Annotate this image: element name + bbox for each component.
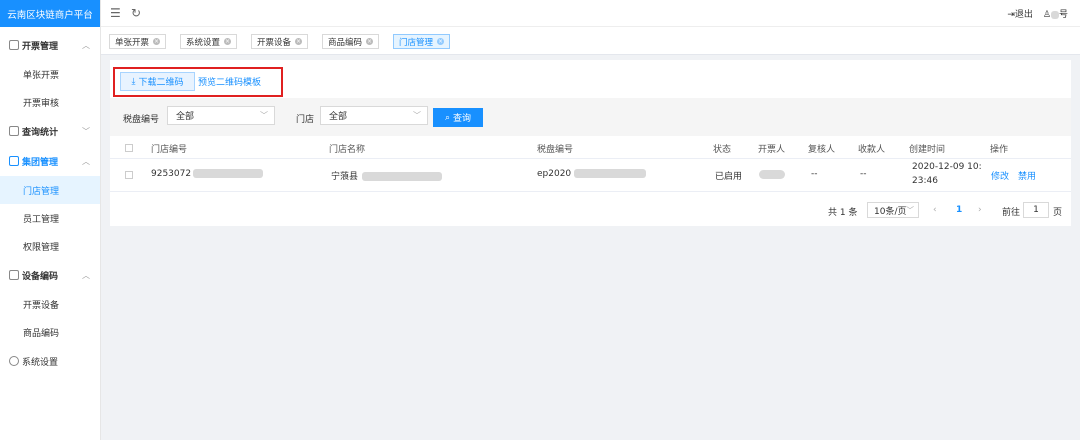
chevron-down-icon: ﹀ <box>906 206 914 215</box>
app-title: 云南区块链商户平台 <box>0 0 100 27</box>
payee-cell: -- <box>860 169 867 179</box>
invoice-icon <box>9 40 19 50</box>
status-cell: 已启用 <box>715 172 743 182</box>
chevron-down-icon: ﹀ <box>82 127 90 136</box>
chevron-down-icon: ﹀ <box>260 111 268 120</box>
search-icon: ⌕ <box>444 112 451 123</box>
group-icon <box>9 156 19 166</box>
close-icon[interactable]: × <box>437 38 445 45</box>
created-time-cell: 23:46 <box>912 176 938 186</box>
store-label: 门店 <box>296 115 315 125</box>
close-icon[interactable]: × <box>295 38 303 45</box>
top-header: ☰ ↻ ⇥退出 ♙ 号 <box>101 0 1080 27</box>
col-store-id: 门店编号 <box>151 145 188 155</box>
sidebar: 云南区块链商户平台 开票管理 ︿ 单张开票 开票审核 查询统计 ﹀ 集团管理 ︿… <box>0 0 101 440</box>
tax-disk-cell: ep2020 <box>537 169 647 179</box>
tab-invoice-device[interactable]: 开票设备 × <box>251 34 309 49</box>
page-unit-label: 页 <box>1053 208 1063 218</box>
reviewer-cell: -- <box>811 169 818 179</box>
refresh-icon[interactable]: ↻ <box>131 6 141 20</box>
table-row: 9253072 宁蒗县 ep2020 已启用 -- -- 2020-12-09 … <box>110 158 1071 192</box>
chevron-up-icon: ︿ <box>82 271 90 280</box>
edit-link[interactable]: 修改 <box>991 169 1009 182</box>
filter-bar: 税盘编号 全部 ﹀ 门店 全部 ﹀ ⌕ 查询 <box>110 98 1071 136</box>
tax-disk-select[interactable]: 全部 ﹀ <box>167 106 275 125</box>
disable-link[interactable]: 禁用 <box>1018 169 1036 182</box>
created-date-cell: 2020-12-09 10: <box>912 162 982 172</box>
sidebar-item-product-code[interactable]: 商品编码 <box>0 318 100 346</box>
close-icon[interactable]: × <box>366 38 374 45</box>
sidebar-item-staff-management[interactable]: 员工管理 <box>0 204 100 232</box>
select-all-checkbox[interactable] <box>125 144 133 152</box>
col-reviewer: 复核人 <box>808 145 836 155</box>
nav-group-device-code[interactable]: 设备编码 ︿ <box>0 260 100 290</box>
goto-label: 前往 <box>1002 208 1021 218</box>
tax-disk-label: 税盘编号 <box>123 115 160 125</box>
user-icon: ♙ <box>1042 10 1051 20</box>
col-invoicer: 开票人 <box>758 145 786 155</box>
redacted-value <box>574 169 647 178</box>
tab-product-code[interactable]: 商品编码 × <box>322 34 380 49</box>
chevron-up-icon: ︿ <box>82 41 90 50</box>
redacted-value <box>193 169 264 178</box>
store-management-panel: ⤓ 下载二维码 预览二维码模板 税盘编号 全部 ﹀ 门店 全部 ﹀ ⌕ 查询 门… <box>110 60 1071 226</box>
tab-system-settings[interactable]: 系统设置 × <box>180 34 238 49</box>
store-select[interactable]: 全部 ﹀ <box>320 106 428 125</box>
query-button[interactable]: ⌕ 查询 <box>433 108 483 127</box>
col-status: 状态 <box>713 145 732 155</box>
tab-store-management[interactable]: 门店管理 × <box>393 34 451 49</box>
col-actions: 操作 <box>990 145 1009 155</box>
logout-icon: ⇥ <box>1007 10 1015 20</box>
sidebar-item-invoice-device[interactable]: 开票设备 <box>0 290 100 318</box>
sidebar-item-store-management[interactable]: 门店管理 <box>0 176 100 204</box>
preview-qrcode-template-link[interactable]: 预览二维码模板 <box>198 75 261 88</box>
sidebar-item-invoice-review[interactable]: 开票审核 <box>0 88 100 116</box>
chevron-up-icon: ︿ <box>82 157 90 166</box>
col-store-name: 门店名称 <box>329 145 366 155</box>
nav-group-group-management[interactable]: 集团管理 ︿ <box>0 146 100 176</box>
chart-icon <box>9 126 19 136</box>
close-icon[interactable]: × <box>224 38 232 45</box>
sidebar-item-permission-management[interactable]: 权限管理 <box>0 232 100 260</box>
user-name-redacted <box>1050 10 1059 19</box>
next-page-icon[interactable]: › <box>978 205 982 215</box>
goto-page-input[interactable]: 1 <box>1023 202 1049 218</box>
tab-single-invoice[interactable]: 单张开票 × <box>109 34 167 49</box>
download-icon: ⤓ <box>131 76 136 87</box>
redacted-value <box>362 172 443 181</box>
sidebar-item-single-invoice[interactable]: 单张开票 <box>0 60 100 88</box>
store-name-cell: 宁蒗县 <box>331 169 443 182</box>
close-icon[interactable]: × <box>153 38 161 45</box>
col-created-time: 创建时间 <box>909 145 946 155</box>
current-page[interactable]: 1 <box>956 205 962 215</box>
user-menu[interactable]: ♙ 号 <box>1043 7 1068 20</box>
store-id-cell: 9253072 <box>151 169 264 179</box>
prev-page-icon[interactable]: ‹ <box>933 205 937 215</box>
device-icon <box>9 270 19 280</box>
gear-icon <box>9 356 19 366</box>
nav-group-invoice[interactable]: 开票管理 ︿ <box>0 30 100 60</box>
col-tax-disk: 税盘编号 <box>537 145 574 155</box>
collapse-menu-icon[interactable]: ☰ <box>110 6 121 20</box>
nav-group-query-stats[interactable]: 查询统计 ﹀ <box>0 116 100 146</box>
page-size-select[interactable]: 10条/页 ﹀ <box>867 202 919 218</box>
chevron-down-icon: ﹀ <box>413 111 421 120</box>
col-payee: 收款人 <box>858 145 886 155</box>
total-count: 共 1 条 <box>828 208 858 218</box>
tabs-bar: 单张开票 × 系统设置 × 开票设备 × 商品编码 × 门店管理 × <box>101 27 1080 55</box>
nav-group-system-settings[interactable]: 系统设置 <box>0 346 100 376</box>
invoicer-redacted <box>759 170 785 179</box>
download-qrcode-button[interactable]: ⤓ 下载二维码 <box>120 72 195 91</box>
row-checkbox[interactable] <box>125 171 133 179</box>
logout-button[interactable]: ⇥退出 <box>1007 7 1033 20</box>
